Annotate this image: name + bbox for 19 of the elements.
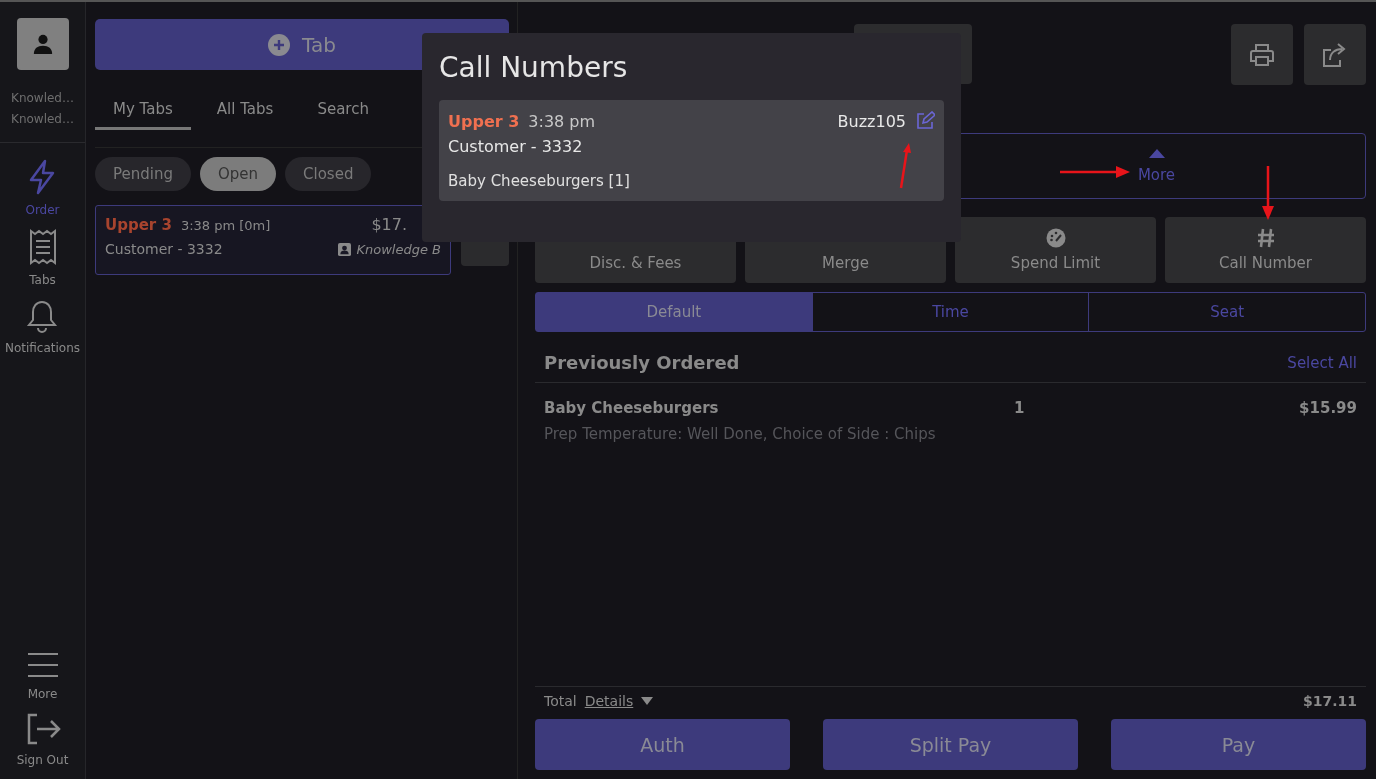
total-amount: $17.11 [1302, 693, 1357, 709]
user-name: Knowled… [11, 90, 74, 107]
customer-name: Customer - 3332 [105, 241, 223, 257]
item-modifiers: Prep Temperature: Well Done, Choice of Side : Chips [544, 425, 937, 443]
item-price: $15.99 [1299, 399, 1357, 417]
tab-time: 3:38 pm [0m] [180, 218, 271, 233]
total-label: Total [544, 693, 577, 709]
table-name: Upper 3 [105, 216, 172, 234]
table-name: Upper 3 [448, 111, 520, 131]
server-name: Knowledge B [356, 242, 441, 257]
tab-amount: $17. [371, 215, 407, 234]
item-quantity: 1 [1014, 399, 1025, 417]
customer-name: Customer - 3332 [448, 137, 584, 156]
section-title: Previously Ordered [544, 352, 740, 373]
order-items: Baby Cheeseburgers [1] [448, 172, 631, 190]
item-name: Baby Cheeseburgers [544, 399, 720, 417]
call-number: Buzz105 [837, 111, 906, 131]
user-name: Knowled… [11, 111, 74, 128]
order-time: 3:38 pm [528, 111, 596, 131]
